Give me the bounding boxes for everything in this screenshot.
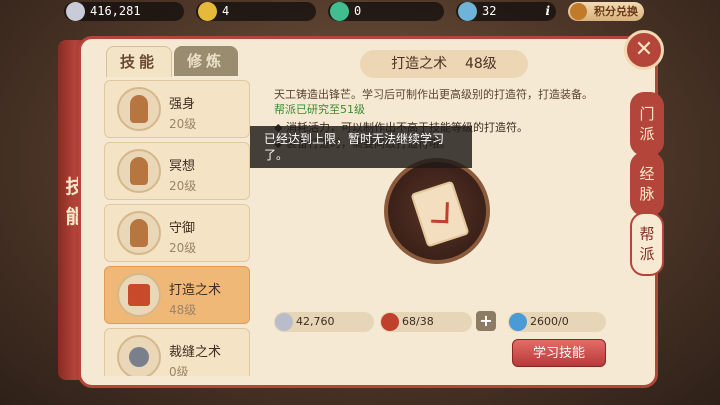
contribution-cost: 68/38 xyxy=(380,312,472,332)
tab-meridian[interactable]: 经脉 xyxy=(630,152,664,216)
forge-scroll-icon xyxy=(117,273,161,317)
monk-meditation-icon xyxy=(117,149,161,193)
tab-sect[interactable]: 门派 xyxy=(630,92,664,156)
skill-item-forging[interactable]: 打造之术 48级 xyxy=(104,266,250,324)
money-bag-icon xyxy=(570,3,587,20)
points-counter: 32 i xyxy=(456,2,556,21)
skill-list: 强身 20级 冥想 20级 守御 20级 打造之术 48级 裁缝之术 0级 xyxy=(104,76,250,376)
forge-skill-emblem-icon xyxy=(384,158,490,264)
silver-cost: 42,760 xyxy=(274,312,374,332)
scroll-icon xyxy=(410,180,470,248)
learn-skill-button[interactable]: 学习技能 xyxy=(512,339,606,367)
info-icon[interactable]: i xyxy=(545,2,550,21)
tailoring-tool-icon xyxy=(117,335,161,376)
max-level-toast: 已经达到上限，暂时无法继续学习了。 xyxy=(250,126,472,168)
vitality-icon xyxy=(458,2,477,21)
skill-item-tailoring[interactable]: 裁缝之术 0级 xyxy=(104,328,250,376)
silver-counter: 416,281 xyxy=(64,2,184,21)
skill-item-defense[interactable]: 守御 20级 xyxy=(104,204,250,262)
resource-bar: 416,281 4 0 32 i 积分兑换 xyxy=(0,0,720,24)
close-icon[interactable]: ✕ xyxy=(624,30,664,70)
silver-coin-icon xyxy=(66,2,85,21)
points-exchange-button[interactable]: 积分兑换 xyxy=(568,2,644,21)
gold-counter: 4 xyxy=(196,2,316,21)
experience-cost: 2600/0 xyxy=(508,312,606,332)
monk-defense-icon xyxy=(117,211,161,255)
skill-item-meditation[interactable]: 冥想 20级 xyxy=(104,142,250,200)
guild-research-note: 帮派已研究至51级 xyxy=(274,103,365,116)
gold-ingot-icon xyxy=(198,2,217,21)
add-contribution-button[interactable]: + xyxy=(476,311,496,331)
tab-skills[interactable]: 技能 xyxy=(106,46,172,77)
contribution-shield-icon xyxy=(381,313,399,331)
skill-item-strength[interactable]: 强身 20级 xyxy=(104,80,250,138)
silver-coin-icon xyxy=(275,313,293,331)
skill-description: 天工铸造出锋芒。学习后可制作出更高级别的打造符，打造装备。 帮派已研究至51级 xyxy=(274,87,604,117)
tab-cultivate[interactable]: 修炼 xyxy=(174,46,238,76)
skill-detail-title: 打造之术 48级 xyxy=(360,50,528,78)
energy-counter: 0 xyxy=(328,2,444,21)
energy-icon xyxy=(330,2,349,21)
water-drop-icon xyxy=(509,313,527,331)
monk-strength-icon xyxy=(117,87,161,131)
tab-guild[interactable]: 帮派 xyxy=(630,212,664,276)
